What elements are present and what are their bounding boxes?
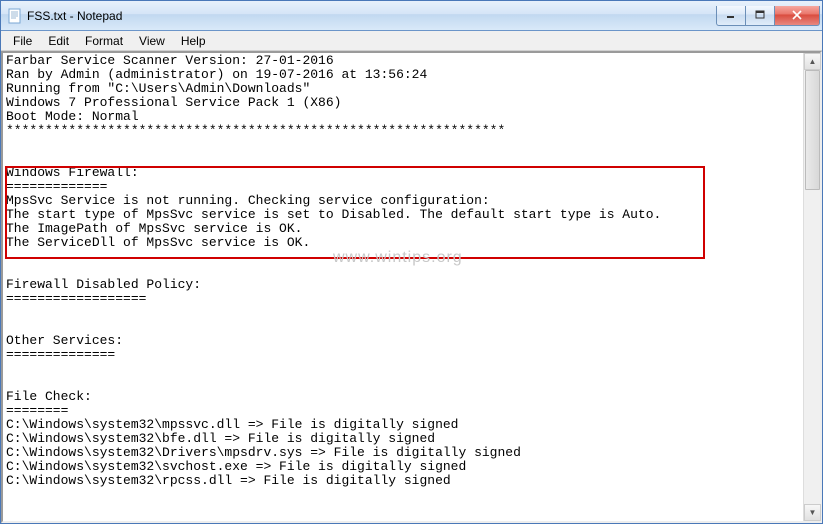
scroll-thumb[interactable]: [805, 70, 820, 190]
menubar: File Edit Format View Help: [1, 31, 822, 51]
maximize-button[interactable]: [745, 6, 775, 26]
menu-file[interactable]: File: [5, 32, 40, 50]
window-controls: [717, 6, 820, 26]
vertical-scrollbar[interactable]: ▲ ▼: [803, 53, 820, 521]
scroll-up-arrow[interactable]: ▲: [804, 53, 821, 70]
minimize-button[interactable]: [716, 6, 746, 26]
window-title: FSS.txt - Notepad: [27, 9, 717, 23]
scroll-down-arrow[interactable]: ▼: [804, 504, 821, 521]
close-button[interactable]: [774, 6, 820, 26]
notepad-window: FSS.txt - Notepad File Edit Format View …: [0, 0, 823, 524]
text-content[interactable]: Farbar Service Scanner Version: 27-01-20…: [3, 53, 803, 521]
menu-format[interactable]: Format: [77, 32, 131, 50]
editor-area: Farbar Service Scanner Version: 27-01-20…: [1, 51, 822, 523]
menu-view[interactable]: View: [131, 32, 173, 50]
menu-edit[interactable]: Edit: [40, 32, 77, 50]
menu-help[interactable]: Help: [173, 32, 214, 50]
titlebar[interactable]: FSS.txt - Notepad: [1, 1, 822, 31]
notepad-icon: [7, 8, 23, 24]
